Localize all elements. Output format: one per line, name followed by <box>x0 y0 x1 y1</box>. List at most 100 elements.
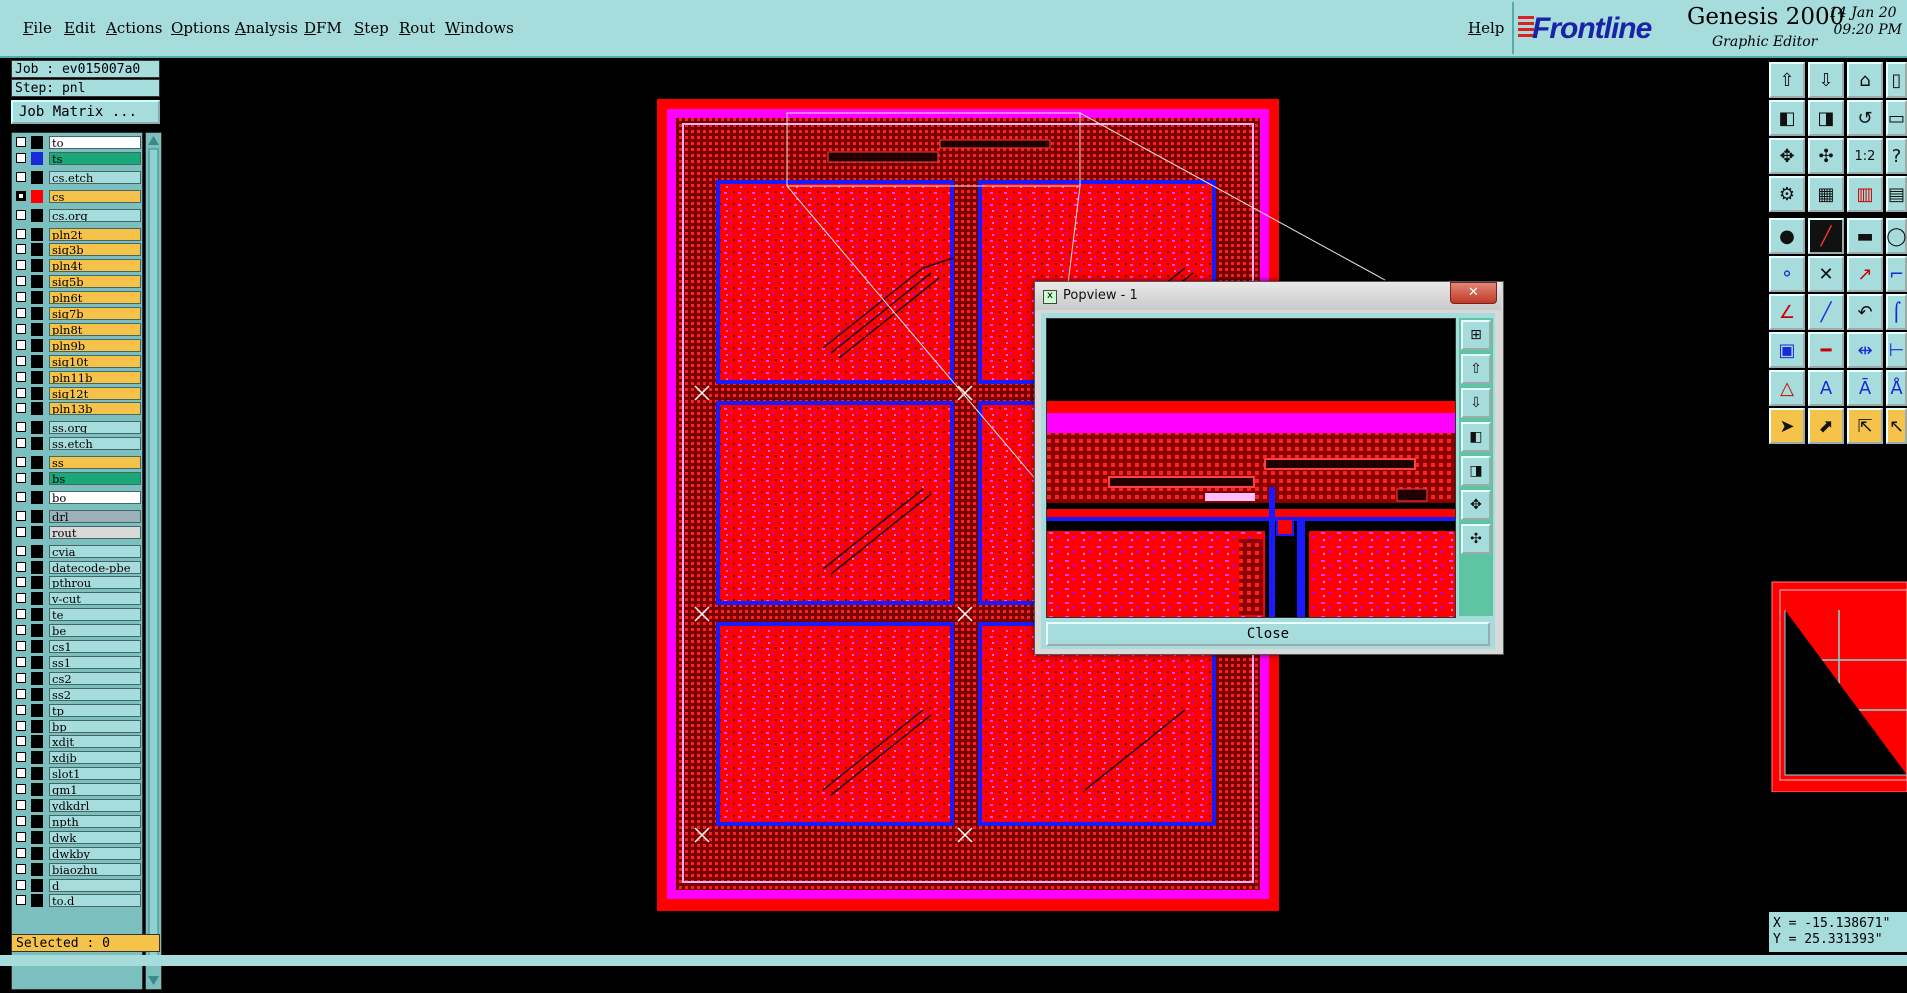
layer-checkbox[interactable] <box>16 831 26 842</box>
layer-checkbox[interactable] <box>16 895 26 906</box>
menu-windows[interactable]: Windows <box>445 19 514 37</box>
layer-name[interactable]: ss.etch <box>49 437 141 451</box>
pan-right-icon[interactable]: ◨ <box>1808 100 1844 136</box>
menu-step[interactable]: Step <box>354 19 389 37</box>
triangle-icon[interactable]: △ <box>1769 370 1805 406</box>
layer-checkbox[interactable] <box>16 704 26 715</box>
layer-name[interactable]: tp <box>49 703 141 717</box>
pad-icon[interactable]: ● <box>1769 218 1805 254</box>
layer-checkbox[interactable] <box>16 137 26 147</box>
fit-all-icon[interactable]: ✥ <box>1769 138 1805 174</box>
layer-checkbox[interactable] <box>16 244 26 255</box>
select-lasso-icon[interactable]: ⇱ <box>1847 408 1883 444</box>
layer-checkbox[interactable] <box>16 577 26 588</box>
menu-edit[interactable]: Edit <box>64 19 95 37</box>
home-icon[interactable]: ⌂ <box>1847 62 1883 98</box>
popview-fit-icon[interactable]: ✥ <box>1461 490 1491 520</box>
layer-name[interactable]: ss1 <box>49 655 141 669</box>
layer-checkbox[interactable] <box>16 784 26 795</box>
layer-checkbox[interactable] <box>16 847 26 858</box>
layer-checkbox[interactable] <box>16 339 26 350</box>
layer-name[interactable]: ss2 <box>49 687 141 701</box>
layer-name[interactable]: pln8t <box>49 322 141 336</box>
layer-name[interactable]: datecode-pbe <box>49 560 141 574</box>
delete-icon[interactable]: ✕ <box>1808 256 1844 292</box>
layer-name[interactable]: sig12t <box>49 386 141 400</box>
layer-name[interactable]: ss <box>49 456 141 470</box>
page-icon[interactable]: ▯ <box>1886 62 1907 98</box>
layer-name[interactable]: v-cut <box>49 592 141 606</box>
layer-name[interactable]: pthrou <box>49 576 141 590</box>
layer-name[interactable]: cs.etch <box>49 170 141 184</box>
snap-icon[interactable]: ⚙ <box>1769 176 1805 212</box>
layer-name[interactable]: cs <box>49 189 141 203</box>
dimension-icon[interactable]: ⇹ <box>1847 332 1883 368</box>
layer-checkbox[interactable] <box>16 422 26 433</box>
layer-checkbox[interactable] <box>16 815 26 826</box>
layer-name[interactable]: bs <box>49 472 141 485</box>
layer-checkbox[interactable] <box>16 355 26 366</box>
layer-name[interactable]: npth <box>49 814 141 828</box>
layer-name[interactable]: pln11b <box>49 370 141 384</box>
layer-checkbox[interactable] <box>16 561 26 572</box>
menu-analysis[interactable]: Analysis <box>235 19 298 37</box>
layer-checkbox[interactable] <box>16 190 26 201</box>
popview-canvas[interactable] <box>1046 318 1456 618</box>
layer-name[interactable]: dwkby <box>49 846 141 860</box>
layer-checkbox[interactable] <box>16 403 26 414</box>
layer-name[interactable]: sig7b <box>49 307 141 320</box>
layers-icon[interactable]: ▥ <box>1847 176 1883 212</box>
layer-name[interactable]: xdjb <box>49 751 141 765</box>
layer-name[interactable]: to <box>49 136 141 149</box>
line-color-icon[interactable]: ╱ <box>1808 218 1844 254</box>
route-icon[interactable]: ↗ <box>1847 256 1883 292</box>
select-net-icon[interactable]: ↖ <box>1886 408 1907 444</box>
layer-checkbox[interactable] <box>16 209 26 220</box>
layer-checkbox[interactable] <box>16 720 26 731</box>
layer-name[interactable]: cs2 <box>49 671 141 685</box>
step-icon[interactable]: ⌠ <box>1886 294 1907 330</box>
layer-name[interactable]: te <box>49 608 141 622</box>
layer-checkbox[interactable] <box>16 545 26 556</box>
layer-checkbox[interactable] <box>16 526 26 537</box>
layer-name[interactable]: xdjt <box>49 735 141 749</box>
layer-name[interactable]: pln2t <box>49 227 141 241</box>
text-rotate-icon[interactable]: Å <box>1886 370 1907 406</box>
layer-name[interactable]: be <box>49 624 141 638</box>
layer-checkbox[interactable] <box>16 736 26 747</box>
save-job-icon[interactable]: ⇩ <box>1808 62 1844 98</box>
query-icon[interactable]: ? <box>1886 138 1907 174</box>
layer-name[interactable]: rout <box>49 525 141 539</box>
popview-zoom-in-icon[interactable]: ⊞ <box>1461 320 1491 350</box>
zoom-previous-icon[interactable]: ↺ <box>1847 100 1883 136</box>
layer-name[interactable]: sig5b <box>49 275 141 289</box>
layer-list-scrollbar[interactable] <box>145 132 162 990</box>
layer-checkbox[interactable] <box>16 260 26 271</box>
layer-name[interactable]: cvia <box>49 544 141 558</box>
layer-name[interactable]: ts <box>49 151 141 165</box>
job-matrix-button[interactable]: Job Matrix ... <box>11 100 160 124</box>
select-arrow-icon[interactable]: ➤ <box>1769 408 1805 444</box>
layer-name[interactable]: drl <box>49 509 141 523</box>
layer-name[interactable]: bo <box>49 490 141 504</box>
layer-checkbox[interactable] <box>16 371 26 382</box>
layer-checkbox[interactable] <box>16 491 26 502</box>
layer-checkbox[interactable] <box>16 593 26 604</box>
close-icon[interactable]: ✕ <box>1450 282 1497 304</box>
layer-name[interactable]: pln13b <box>49 402 141 416</box>
popview-titlebar[interactable]: x Popview - 1 ✕ <box>1035 282 1501 310</box>
layer-checkbox[interactable] <box>16 641 26 651</box>
layer-name[interactable]: pln4t <box>49 259 141 273</box>
layer-checkbox[interactable] <box>16 292 26 303</box>
menu-actions[interactable]: Actions <box>106 19 162 37</box>
layer-checkbox[interactable] <box>16 323 26 334</box>
measure-icon[interactable]: ▬ <box>1847 218 1883 254</box>
layer-name[interactable]: sig3b <box>49 243 141 257</box>
align-icon[interactable]: ⊢ <box>1886 332 1907 368</box>
split-icon[interactable]: ⌐ <box>1886 256 1907 292</box>
layer-checkbox[interactable] <box>16 688 26 699</box>
pan-left-icon[interactable]: ◧ <box>1769 100 1805 136</box>
layer-name[interactable]: d <box>49 878 141 892</box>
layer-checkbox[interactable] <box>16 768 26 779</box>
text-a-icon[interactable]: A <box>1808 370 1844 406</box>
